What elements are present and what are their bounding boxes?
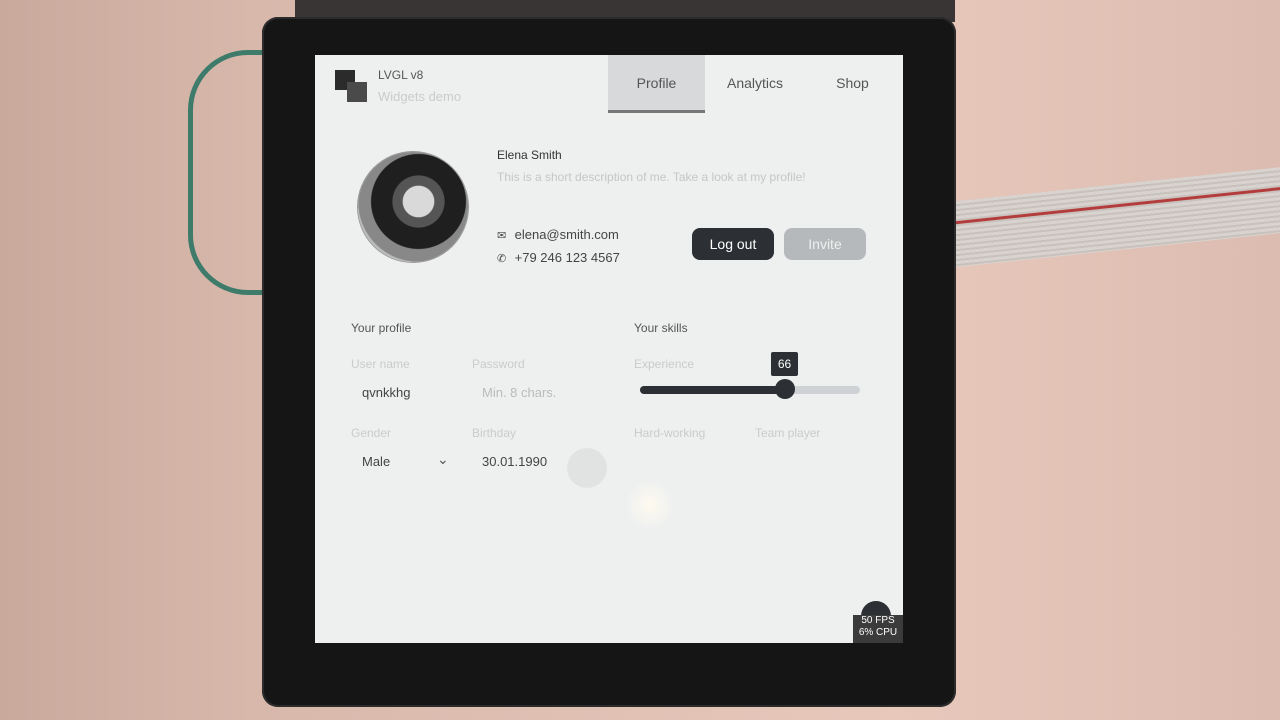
- touch-ripple: [567, 448, 607, 488]
- experience-slider-fill: [640, 386, 786, 394]
- experience-slider[interactable]: [640, 379, 860, 399]
- screen-glare: [625, 480, 675, 530]
- password-label: Password: [472, 357, 525, 371]
- logout-button[interactable]: Log out: [692, 228, 774, 260]
- gender-dropdown[interactable]: Male: [362, 454, 390, 469]
- cpu-text: 6% CPU: [858, 627, 898, 638]
- tab-analytics[interactable]: Analytics: [710, 55, 800, 112]
- your-skills-title: Your skills: [634, 321, 688, 335]
- birthday-field[interactable]: 30.01.1990: [482, 454, 547, 469]
- your-profile-title: Your profile: [351, 321, 412, 335]
- gender-label: Gender: [351, 426, 392, 440]
- chevron-down-icon[interactable]: ⌄: [437, 451, 449, 468]
- username-field[interactable]: qvnkkhg: [362, 385, 410, 400]
- profile-name: Elena Smith: [497, 148, 562, 162]
- lvgl-logo: [335, 70, 367, 102]
- experience-value-tooltip: 66: [771, 352, 798, 376]
- envelope-icon: ✉: [497, 230, 507, 242]
- profile-description: This is a short description of me. Take …: [497, 170, 806, 184]
- invite-button[interactable]: Invite: [784, 228, 866, 260]
- fps-text: 50 FPS: [861, 615, 895, 626]
- perf-monitor: 50 FPS 6% CPU: [853, 615, 903, 643]
- username-label: User name: [351, 357, 410, 371]
- experience-slider-knob[interactable]: [775, 379, 796, 399]
- phone-icon: ✆: [497, 253, 507, 265]
- birthday-label: Birthday: [472, 426, 517, 440]
- avatar: [358, 152, 468, 262]
- email-row: ✉ elena@smith.com: [497, 227, 619, 242]
- email-text: elena@smith.com: [514, 227, 619, 242]
- teamplayer-label: Team player: [755, 426, 821, 440]
- lvgl-screen: LVGL v8 Widgets demo Profile Analytics S…: [315, 55, 903, 643]
- tab-shop[interactable]: Shop: [815, 55, 890, 112]
- password-field[interactable]: Min. 8 chars.: [482, 385, 556, 400]
- app-title: LVGL v8: [378, 68, 424, 82]
- app-subtitle: Widgets demo: [378, 89, 462, 104]
- hardworking-label: Hard-working: [634, 426, 706, 440]
- phone-text: +79 246 123 4567: [514, 250, 620, 265]
- tab-profile[interactable]: Profile: [608, 55, 705, 113]
- experience-label: Experience: [634, 357, 695, 371]
- phone-row: ✆ +79 246 123 4567: [497, 250, 620, 265]
